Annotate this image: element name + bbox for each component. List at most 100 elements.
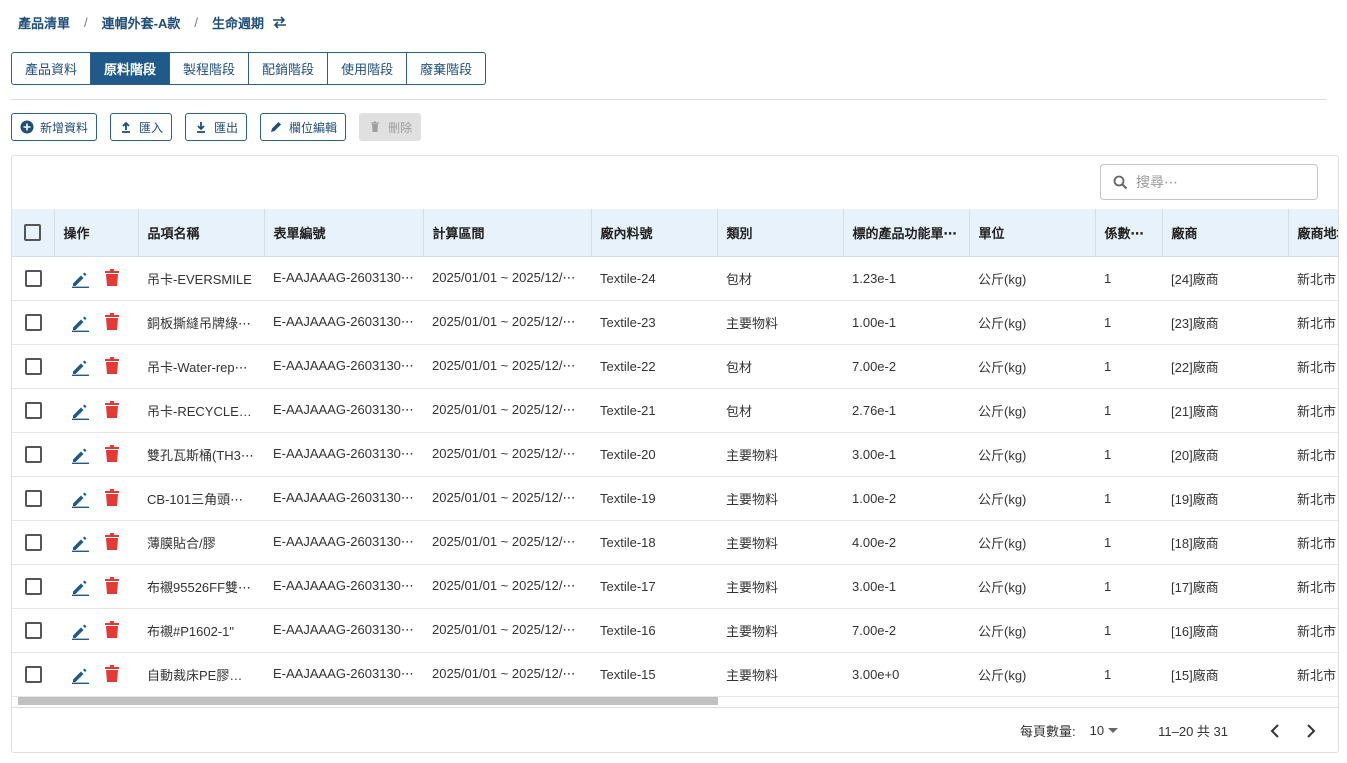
row-checkbox[interactable]: [24, 621, 42, 639]
row-actions: [54, 388, 138, 433]
previous-page-button[interactable]: [1260, 716, 1290, 746]
row-checkbox[interactable]: [24, 533, 42, 551]
edit-icon[interactable]: [71, 357, 90, 376]
column-header[interactable]: 廠商地址: [1288, 209, 1338, 257]
tab-manufacturing[interactable]: 製程階段: [170, 52, 250, 85]
column-header[interactable]: 單位: [969, 209, 1096, 257]
tab-raw-material[interactable]: 原料階段: [91, 52, 171, 85]
delete-icon[interactable]: [104, 445, 120, 463]
row-checkbox[interactable]: [24, 269, 42, 287]
coefficient-cell: 1: [1095, 344, 1162, 389]
delete-icon[interactable]: [104, 665, 120, 683]
swap-icon[interactable]: [272, 15, 287, 29]
edit-icon[interactable]: [71, 445, 90, 464]
horizontal-scrollbar[interactable]: [16, 695, 1336, 707]
vendor-cell: [22]廠商: [1162, 344, 1288, 389]
pencil-icon: [271, 122, 282, 132]
row-checkbox[interactable]: [24, 489, 42, 507]
delete-icon[interactable]: [104, 621, 120, 639]
table-row[interactable]: 雙孔瓦斯桶(TH3⋯ E-AAJAAAG-2603130⋯ 2025/01/01 ~…: [12, 432, 1338, 477]
delete-icon[interactable]: [104, 489, 120, 507]
delete-icon[interactable]: [104, 533, 120, 551]
data-table: 操作 品項名稱 表單編號 計算區間 廠內料號 類別 標的產品功能單⋯ 單位 係數…: [12, 209, 1338, 697]
caret-down-icon: [1108, 727, 1119, 733]
tab-disposal[interactable]: 廢棄階段: [407, 52, 487, 85]
item-name-cell: 吊卡-Water-rep⋯: [138, 344, 264, 389]
row-checkbox[interactable]: [24, 313, 42, 331]
column-header[interactable]: 類別: [717, 209, 844, 257]
edit-icon[interactable]: [71, 489, 90, 508]
coefficient-cell: 1: [1095, 476, 1162, 521]
table-row[interactable]: 吊卡-RECYCLE(⋯ E-AAJAAAG-2603130⋯ 2025/01/01…: [12, 388, 1338, 433]
vendor-cell: [24]廠商: [1162, 256, 1288, 301]
edit-icon[interactable]: [71, 665, 90, 684]
column-header[interactable]: 標的產品功能單⋯: [843, 209, 970, 257]
rows-per-page-select[interactable]: 10: [1090, 723, 1119, 738]
breadcrumb-product[interactable]: 連帽外套-A款: [102, 13, 181, 32]
period-cell: 2025/01/01 ~ 2025/12/⋯: [423, 432, 591, 477]
edit-icon[interactable]: [71, 269, 90, 288]
delete-icon[interactable]: [104, 313, 120, 331]
category-cell: 包材: [717, 388, 843, 433]
category-cell: 主要物料: [717, 476, 843, 521]
vendor-address-cell: 新北市: [1288, 432, 1338, 477]
delete-button[interactable]: 刪除: [359, 113, 422, 141]
row-checkbox[interactable]: [24, 577, 42, 595]
unit-cell: 公斤(kg): [969, 476, 1095, 521]
add-data-button[interactable]: 新增資料: [11, 113, 98, 141]
period-cell: 2025/01/01 ~ 2025/12/⋯: [423, 476, 591, 521]
delete-icon[interactable]: [104, 401, 120, 419]
delete-icon[interactable]: [104, 357, 120, 375]
column-header[interactable]: 廠內料號: [591, 209, 718, 257]
tab-usage[interactable]: 使用階段: [328, 52, 408, 85]
table-row[interactable]: CB-101三角頭⋯ E-AAJAAAG-2603130⋯ 2025/01/01 ~…: [12, 476, 1338, 521]
row-select-cell: [12, 256, 54, 301]
column-header[interactable]: 操作: [54, 209, 139, 257]
functional-unit-cell: 2.76e-1: [843, 388, 969, 433]
edit-icon[interactable]: [71, 621, 90, 640]
row-checkbox[interactable]: [24, 357, 42, 375]
column-header[interactable]: 品項名稱: [138, 209, 265, 257]
unit-cell: 公斤(kg): [969, 432, 1095, 477]
period-cell: 2025/01/01 ~ 2025/12/⋯: [423, 256, 591, 301]
unit-cell: 公斤(kg): [969, 564, 1095, 609]
row-checkbox[interactable]: [24, 665, 42, 683]
scrollbar-thumb[interactable]: [18, 697, 718, 705]
edit-icon[interactable]: [71, 533, 90, 552]
search-input[interactable]: [1136, 174, 1296, 190]
table-row[interactable]: 自動裁床PE膠膜⋯ E-AAJAAAG-2603130⋯ 2025/01/01 ~ …: [12, 652, 1338, 697]
edit-icon[interactable]: [71, 401, 90, 420]
breadcrumb-product-list[interactable]: 產品清單: [18, 13, 70, 32]
table-row[interactable]: 布襯95526FF雙⋯ E-AAJAAAG-2603130⋯ 2025/01/01 …: [12, 564, 1338, 609]
next-page-button[interactable]: [1296, 716, 1326, 746]
period-cell: 2025/01/01 ~ 2025/12/⋯: [423, 344, 591, 389]
tab-distribution[interactable]: 配銷階段: [249, 52, 329, 85]
table-row[interactable]: 布襯#P1602-1" E-AAJAAAG-2603130⋯ 2025/01/01 …: [12, 608, 1338, 653]
column-header[interactable]: 廠商: [1162, 209, 1289, 257]
column-header[interactable]: 表單編號: [264, 209, 424, 257]
row-checkbox[interactable]: [24, 445, 42, 463]
delete-icon[interactable]: [104, 577, 120, 595]
table-row[interactable]: 吊卡-Water-rep⋯ E-AAJAAAG-2603130⋯ 2025/01/0…: [12, 344, 1338, 389]
edit-icon[interactable]: [71, 577, 90, 596]
item-name-cell: 布襯95526FF雙⋯: [138, 564, 264, 609]
tab-product-data[interactable]: 產品資料: [11, 52, 92, 85]
delete-icon[interactable]: [104, 269, 120, 287]
edit-icon[interactable]: [71, 313, 90, 332]
unit-cell: 公斤(kg): [969, 388, 1095, 433]
column-header[interactable]: 計算區間: [423, 209, 592, 257]
row-actions: [54, 300, 138, 345]
edit-columns-button[interactable]: 欄位編輯: [260, 113, 347, 141]
row-checkbox[interactable]: [24, 401, 42, 419]
table-row[interactable]: 銅板撕縫吊牌綠⋯ E-AAJAAAG-2603130⋯ 2025/01/01 ~ 2…: [12, 300, 1338, 345]
import-button[interactable]: 匯入: [110, 113, 173, 141]
table-header-row: 操作 品項名稱 表單編號 計算區間 廠內料號 類別 標的產品功能單⋯ 單位 係數…: [12, 209, 1338, 257]
table-row[interactable]: 吊卡-EVERSMILE E-AAJAAAG-2603130⋯ 2025/01/01…: [12, 256, 1338, 301]
form-number-cell: E-AAJAAAG-2603130⋯: [264, 344, 423, 389]
column-header[interactable]: 係數⋯: [1095, 209, 1163, 257]
table-row[interactable]: 薄膜貼合/膠 E-AAJAAAG-2603130⋯ 2025/01/01 ~ 202…: [12, 520, 1338, 565]
search-box[interactable]: [1100, 164, 1318, 200]
coefficient-cell: 1: [1095, 256, 1162, 301]
select-all-checkbox[interactable]: [24, 223, 42, 241]
export-button[interactable]: 匯出: [185, 113, 248, 141]
